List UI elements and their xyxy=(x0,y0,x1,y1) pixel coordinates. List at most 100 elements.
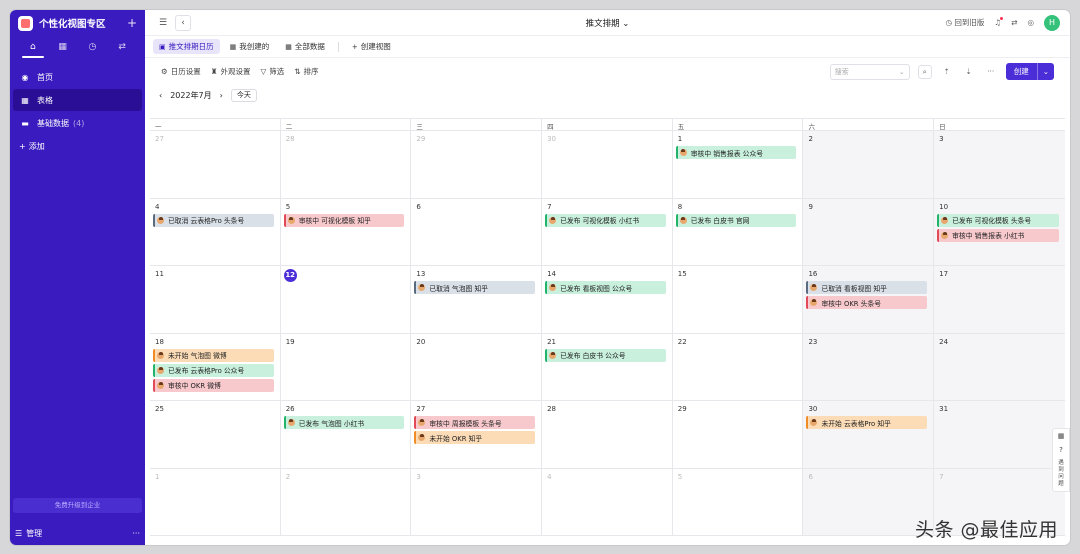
calendar-event[interactable]: 审核中 周报模板 头条号 xyxy=(414,416,536,429)
calendar-day-cell[interactable]: 13 已取消 气泡图 知乎 xyxy=(411,266,543,334)
calendar-day-cell[interactable]: 3 xyxy=(411,468,543,536)
calendar-event[interactable]: 已发布 气泡图 小红书 xyxy=(283,416,405,429)
calendar-day-cell[interactable]: 23 xyxy=(803,333,935,401)
prev-month-icon[interactable]: ‹ xyxy=(159,91,162,100)
calendar-event[interactable]: 已发布 看板视图 公众号 xyxy=(545,281,666,294)
manage-button[interactable]: 管理 xyxy=(26,528,132,539)
calendar-day-cell[interactable]: 27 xyxy=(150,131,281,199)
help-label[interactable]: 遇到问题 xyxy=(1056,460,1066,488)
today-button[interactable]: 今天 xyxy=(230,88,257,102)
calendar-day-cell[interactable]: 5 xyxy=(672,468,804,536)
calendar-day-cell[interactable]: 25 xyxy=(150,401,281,469)
calendar-day-cell[interactable]: 21 已发布 白皮书 公众号 xyxy=(542,333,673,401)
upgrade-button[interactable]: 免费升级到企业 xyxy=(13,498,142,513)
appearance-settings-button[interactable]: ♜ 外观设置 xyxy=(211,66,251,77)
tab-calendar[interactable]: ▣ 推文排期日历 xyxy=(153,39,220,54)
create-button[interactable]: 创建 ⌄ xyxy=(1005,63,1054,80)
calendar-event[interactable]: 未开始 OKR 知乎 xyxy=(414,431,536,444)
menu-toggle-icon[interactable]: ☰ xyxy=(155,15,171,31)
calendar-day-cell[interactable]: 29 xyxy=(672,401,804,469)
calendar-day-cell[interactable]: 2 xyxy=(280,468,412,536)
tab-all-data[interactable]: ▦ 全部数据 xyxy=(279,39,331,54)
sidebar-item-home[interactable]: ◉ 首页 xyxy=(13,66,142,88)
qr-code-icon[interactable]: ▦ xyxy=(1058,432,1065,440)
calendar-day-cell[interactable]: 14 已发布 看板视图 公众号 xyxy=(542,266,673,334)
compass-icon[interactable]: ◎ xyxy=(1027,18,1034,27)
calendar-day-cell[interactable]: 1 xyxy=(150,468,281,536)
calendar-event[interactable]: 已取消 气泡图 知乎 xyxy=(414,281,536,294)
chevron-down-icon[interactable]: ⌄ xyxy=(1036,63,1054,80)
add-icon[interactable]: + xyxy=(127,16,137,30)
calendar-day-cell[interactable]: 4 xyxy=(542,468,673,536)
calendar-event[interactable]: 已取消 看板视图 知乎 xyxy=(806,281,928,294)
calendar-day-cell[interactable]: 9 xyxy=(803,198,935,266)
calendar-day-cell[interactable]: 4 已取消 云表格Pro 头条号 xyxy=(150,198,281,266)
upload-icon[interactable]: ⇡ xyxy=(940,65,954,79)
tab-my-created[interactable]: ▦ 我创建的 xyxy=(224,39,276,54)
flow-icon[interactable]: ⇄ xyxy=(107,36,137,58)
calendar-event[interactable]: 已发布 白皮书 官网 xyxy=(675,213,797,227)
calendar-event[interactable]: 已发布 可视化模板 小红书 xyxy=(545,213,666,227)
calendar-day-cell[interactable]: 11 xyxy=(150,266,281,334)
calendar-event[interactable]: 审核中 OKR 微博 xyxy=(153,378,274,392)
sidebar-item-add[interactable]: + 添加 xyxy=(13,135,142,157)
calendar-event[interactable]: 审核中 销售报表 小红书 xyxy=(937,228,1059,242)
sidebar-item-table[interactable]: ▦ 表格 xyxy=(13,89,142,111)
calendar-event[interactable]: 未开始 气泡图 微博 xyxy=(153,348,274,362)
calendar-day-cell[interactable]: 26 已发布 气泡图 小红书 xyxy=(280,401,412,469)
clock-icon[interactable]: ◷ xyxy=(78,36,108,58)
home-icon[interactable]: ⌂ xyxy=(18,36,48,58)
bell-icon[interactable]: ♫ xyxy=(994,17,1003,27)
calendar-event[interactable]: 审核中 销售报表 公众号 xyxy=(675,146,797,159)
calendar-day-cell[interactable]: 2 xyxy=(803,131,935,199)
calendar-day-cell[interactable]: 3 xyxy=(934,131,1065,199)
calendar-day-cell[interactable]: 15 xyxy=(672,266,804,334)
calendar-day-cell[interactable]: 30 未开始 云表格Pro 知乎 xyxy=(803,401,935,469)
calendar-day-cell[interactable]: 24 xyxy=(934,333,1065,401)
calendar-day-cell[interactable]: 8 已发布 白皮书 官网 xyxy=(672,198,804,266)
calendar-day-cell[interactable]: 16 已取消 看板视图 知乎 审核中 OKR 头条号 xyxy=(803,266,935,334)
filter-button[interactable]: ▽ 筛选 xyxy=(260,66,284,77)
calendar-day-cell[interactable]: 18 未开始 气泡图 微博 已发布 云表格Pro 公众号 审核中 OKR 微博 xyxy=(150,333,281,401)
calendar-day-cell[interactable]: 22 xyxy=(672,333,804,401)
calendar-day-cell[interactable]: 31 xyxy=(934,401,1065,469)
calendar-day-cell[interactable]: 28 xyxy=(280,131,412,199)
calendar-day-cell[interactable]: 5 审核中 可视化模板 知乎 xyxy=(280,198,412,266)
help-icon[interactable]: ? xyxy=(1059,446,1063,454)
calendar-event[interactable]: 已发布 可视化模板 头条号 xyxy=(937,213,1059,227)
calendar-event[interactable]: 审核中 可视化模板 知乎 xyxy=(283,213,405,227)
more-icon[interactable]: ··· xyxy=(984,65,998,79)
menu-icon[interactable]: ☰ xyxy=(15,529,22,538)
calendar-day-cell[interactable]: 1 审核中 销售报表 公众号 xyxy=(672,131,804,199)
calendar-day-cell[interactable]: 7 已发布 可视化模板 小红书 xyxy=(542,198,673,266)
calendar-day-cell[interactable]: 29 xyxy=(411,131,543,199)
back-icon[interactable]: ‹ xyxy=(175,14,191,31)
calendar-event[interactable]: 未开始 云表格Pro 知乎 xyxy=(806,416,928,429)
calendar-day-cell[interactable]: 20 xyxy=(411,333,543,401)
avatar[interactable]: H xyxy=(1044,14,1060,31)
calendar-day-cell[interactable]: 30 xyxy=(542,131,673,199)
calendar-day-cell[interactable]: 17 xyxy=(934,266,1065,334)
grid-icon[interactable]: ▦ xyxy=(48,36,78,58)
calendar-day-cell[interactable]: 12 xyxy=(280,266,412,334)
calendar-event[interactable]: 已发布 云表格Pro 公众号 xyxy=(153,363,274,377)
download-icon[interactable]: ⇣ xyxy=(962,65,976,79)
calendar-event[interactable]: 已取消 云表格Pro 头条号 xyxy=(153,213,274,227)
create-view-button[interactable]: + 创建视图 xyxy=(346,39,397,54)
calendar-day-cell[interactable]: 6 xyxy=(411,198,543,266)
calendar-day-cell[interactable]: 10 已发布 可视化模板 头条号 审核中 销售报表 小红书 xyxy=(934,198,1065,266)
back-to-old-button[interactable]: ◷ 回到旧版 xyxy=(945,17,984,28)
calendar-day-cell[interactable]: 19 xyxy=(280,333,412,401)
share-icon[interactable]: ⇄ xyxy=(1011,18,1017,27)
calendar-day-cell[interactable]: 27 审核中 周报模板 头条号 未开始 OKR 知乎 xyxy=(411,401,543,469)
calendar-event[interactable]: 审核中 OKR 头条号 xyxy=(806,296,928,309)
more-icon[interactable]: ··· xyxy=(132,529,140,538)
search-input[interactable]: 搜索 ⌄ xyxy=(829,63,910,80)
next-month-icon[interactable]: › xyxy=(220,91,223,100)
sidebar-item-base-data[interactable]: ▬ 基础数据 (4) xyxy=(13,112,142,134)
calendar-day-cell[interactable]: 28 xyxy=(542,401,673,469)
calendar-event[interactable]: 已发布 白皮书 公众号 xyxy=(545,348,666,362)
search-icon[interactable]: ⌕ xyxy=(917,64,932,79)
sort-button[interactable]: ⇅ 排序 xyxy=(294,66,318,77)
calendar-settings-button[interactable]: ⚙ 日历设置 xyxy=(161,66,201,77)
